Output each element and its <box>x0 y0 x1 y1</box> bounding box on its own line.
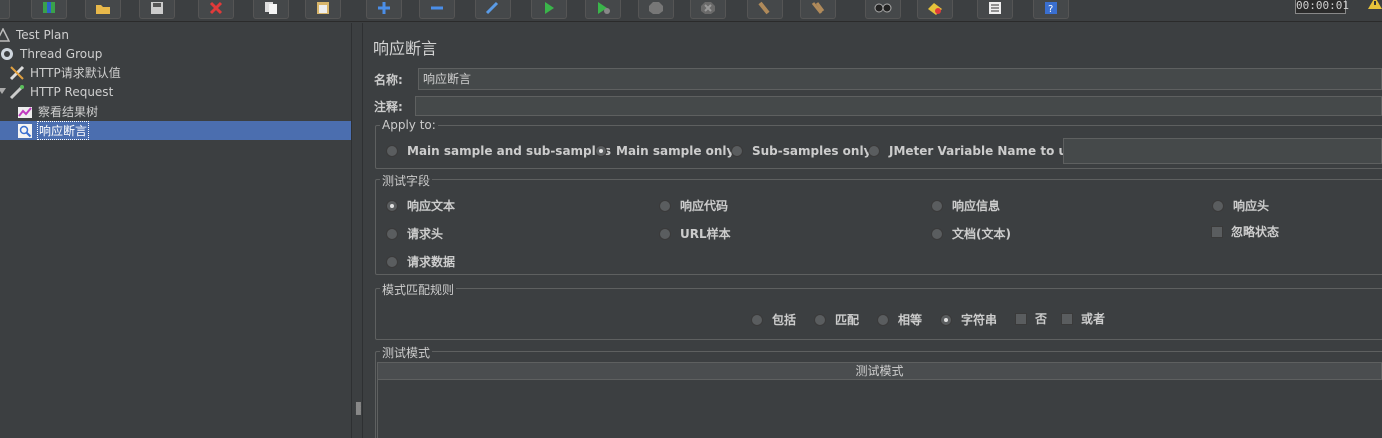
comment-label: 注释: <box>374 100 403 114</box>
radio-main-only[interactable]: Main sample only <box>595 144 734 158</box>
function-helper-icon[interactable] <box>977 0 1013 19</box>
radio-response-text[interactable]: 响应文本 <box>386 197 455 214</box>
expand-icon[interactable] <box>366 0 402 19</box>
radio-circle[interactable] <box>931 199 943 212</box>
radio-response-headers[interactable]: 响应头 <box>1212 197 1269 214</box>
radio-circle[interactable] <box>731 145 743 157</box>
radio-circle[interactable] <box>751 313 763 326</box>
assertion-panel: 响应断言 名称: 响应断言 注释: Apply to: Main sample … <box>363 23 1382 438</box>
toggle-icon[interactable] <box>475 0 511 19</box>
radio-url-sampled[interactable]: URL样本 <box>659 225 731 242</box>
test-field-legend: 测试字段 <box>380 172 433 189</box>
copy-icon[interactable] <box>253 0 289 19</box>
open-icon[interactable] <box>85 0 121 19</box>
svg-text:?: ? <box>1048 4 1053 15</box>
gear-icon <box>0 45 16 63</box>
cut-icon[interactable] <box>198 0 234 19</box>
panel-title: 响应断言 <box>373 39 438 58</box>
test-plan-tree: Test Plan Thread Group HTTP请求默认值 HTTP Re… <box>0 23 351 438</box>
radio-circle[interactable] <box>877 313 889 326</box>
radio-request-data[interactable]: 请求数据 <box>386 253 455 270</box>
radio-circle[interactable] <box>940 313 952 326</box>
wrench-icon <box>8 64 26 82</box>
patterns-table-header[interactable]: 测试模式 <box>377 362 1382 380</box>
radio-document-text[interactable]: 文档(文本) <box>931 225 1011 242</box>
assertion-icon <box>16 122 34 140</box>
chevron-down-icon[interactable] <box>0 87 6 95</box>
radio-circle[interactable] <box>595 145 607 157</box>
stop-icon[interactable] <box>638 0 674 19</box>
pipette-icon <box>8 83 26 101</box>
radio-request-headers[interactable]: 请求头 <box>386 225 443 242</box>
start-no-pause-icon[interactable] <box>585 0 621 19</box>
radio-response-code[interactable]: 响应代码 <box>659 197 728 214</box>
search-icon[interactable] <box>865 0 901 19</box>
tree-item-thread-group[interactable]: Thread Group <box>0 44 103 63</box>
help-icon[interactable]: ? <box>1033 0 1069 19</box>
comment-field[interactable] <box>415 96 1382 116</box>
checkbox-not[interactable]: 否 <box>1015 310 1047 327</box>
radio-circle[interactable] <box>659 199 671 212</box>
radio-circle[interactable] <box>931 227 943 240</box>
radio-sub-only[interactable]: Sub-samples only <box>731 144 871 158</box>
patterns-table[interactable] <box>377 380 1382 438</box>
radio-circle[interactable] <box>386 227 398 240</box>
splitter-grip-icon[interactable]: ▪ ▪ ▪ <box>355 400 362 418</box>
start-icon[interactable] <box>531 0 567 19</box>
radio-circle[interactable] <box>386 199 398 212</box>
chart-icon <box>16 103 34 121</box>
toolbar: ? 00:00:01 <box>0 0 1382 22</box>
radio-response-message[interactable]: 响应信息 <box>931 197 1000 214</box>
tree-item-view-results-tree[interactable]: 察看结果树 <box>16 102 99 121</box>
pattern-rules-legend: 模式匹配规则 <box>380 281 457 298</box>
paste-icon[interactable] <box>305 0 341 19</box>
apply-to-legend: Apply to: <box>380 118 438 132</box>
checkbox-ignore-status[interactable]: 忽略状态 <box>1211 223 1279 240</box>
panel-splitter[interactable]: ▪ ▪ ▪ <box>351 23 363 438</box>
checkbox-or[interactable]: 或者 <box>1061 310 1105 327</box>
collapse-icon[interactable] <box>419 0 455 19</box>
radio-equals[interactable]: 相等 <box>877 311 922 328</box>
new-icon[interactable] <box>0 0 10 19</box>
clear-all-icon[interactable] <box>800 0 836 19</box>
shutdown-icon[interactable] <box>690 0 726 19</box>
tree-item-response-assertion[interactable]: 响应断言 <box>0 121 351 140</box>
checkbox-box[interactable] <box>1211 225 1223 238</box>
radio-main-and-sub[interactable]: Main sample and sub-samples <box>386 144 611 158</box>
clear-icon[interactable] <box>747 0 783 19</box>
reset-search-icon[interactable] <box>917 0 953 19</box>
name-label: 名称: <box>374 73 403 87</box>
radio-substring[interactable]: 字符串 <box>940 311 997 328</box>
save-icon[interactable] <box>139 0 175 19</box>
test-patterns-legend: 测试模式 <box>380 344 433 361</box>
tree-item-test-plan[interactable]: Test Plan <box>0 25 70 44</box>
radio-circle[interactable] <box>868 145 880 157</box>
radio-matches[interactable]: 匹配 <box>814 311 859 328</box>
jmeter-variable-field[interactable] <box>1063 138 1382 164</box>
tree-item-http-defaults[interactable]: HTTP请求默认值 <box>8 63 122 82</box>
name-field[interactable]: 响应断言 <box>418 68 1382 90</box>
test-plan-icon <box>0 26 12 44</box>
radio-jmeter-variable[interactable]: JMeter Variable Name to use <box>868 144 1082 158</box>
warning-icon[interactable] <box>1367 0 1382 13</box>
radio-circle[interactable] <box>814 313 826 326</box>
tree-item-http-request[interactable]: HTTP Request <box>8 82 114 101</box>
radio-circle[interactable] <box>386 145 398 157</box>
radio-circle[interactable] <box>659 227 671 240</box>
radio-contains[interactable]: 包括 <box>751 311 796 328</box>
checkbox-box[interactable] <box>1015 312 1027 325</box>
radio-circle[interactable] <box>386 255 398 268</box>
radio-circle[interactable] <box>1212 199 1224 212</box>
elapsed-timer: 00:00:01 <box>1295 0 1349 14</box>
templates-icon[interactable] <box>31 0 67 19</box>
checkbox-box[interactable] <box>1061 312 1073 325</box>
